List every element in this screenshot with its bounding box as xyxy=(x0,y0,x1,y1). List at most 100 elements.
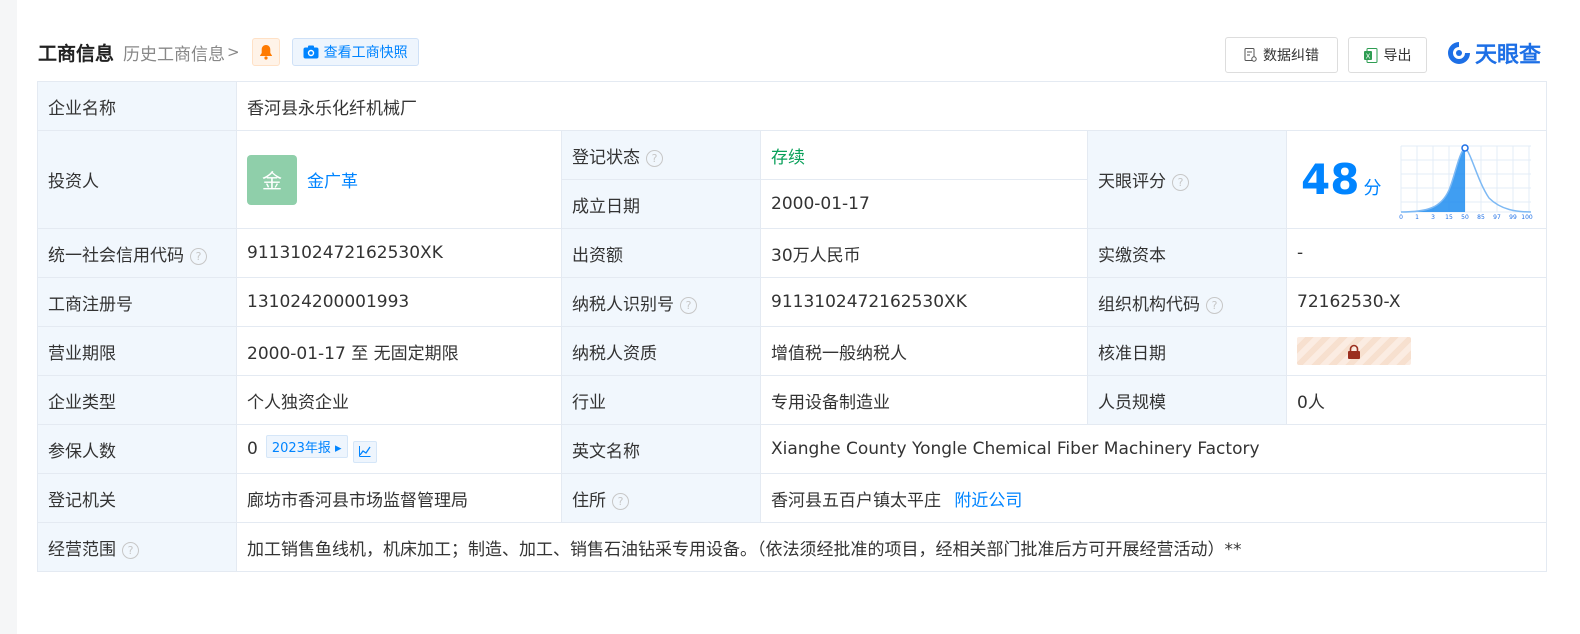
lock-icon xyxy=(1348,344,1360,359)
company-type-label: 企业类型 xyxy=(37,375,237,425)
reg-status-label: 登记状态 xyxy=(572,147,640,168)
tianyancha-logo: 天眼查 xyxy=(1446,38,1541,68)
business-info-table: 企业名称 香河县永乐化纤机械厂 投资人 金金广革 登记状态? 存续 天眼评分? … xyxy=(37,81,1548,572)
svg-text:X: X xyxy=(1365,52,1370,60)
insured-label: 参保人数 xyxy=(37,424,237,474)
authority-label: 登记机关 xyxy=(37,473,237,523)
credit-code-label-cell: 统一社会信用代码? xyxy=(37,228,237,278)
score-axis-tick: 97 xyxy=(1494,214,1502,220)
address-cell: 香河县五百户镇太平庄 附近公司 xyxy=(759,473,1548,523)
english-name-label: 英文名称 xyxy=(561,424,761,474)
capital-value: 30万人民币 xyxy=(760,228,1088,278)
org-code-label: 组织机构代码 xyxy=(1098,294,1200,315)
snapshot-button[interactable]: 查看工商快照 xyxy=(291,38,419,66)
score-axis-tick: 1 xyxy=(1416,214,1420,220)
score-cell: 48 分 0 1 3 15 50 85 97 99 100 xyxy=(1285,130,1548,229)
investor-name-link[interactable]: 金广革 xyxy=(307,172,358,192)
english-name-value: Xianghe County Yongle Chemical Fiber Mac… xyxy=(759,424,1548,474)
credit-code-label: 统一社会信用代码 xyxy=(48,245,184,266)
reg-status-label-cell: 登记状态? xyxy=(561,130,761,180)
term-label: 营业期限 xyxy=(37,326,237,376)
history-link[interactable]: 历史工商信息 xyxy=(123,40,225,65)
taxpayer-id-label: 纳税人识别号 xyxy=(572,294,674,315)
excel-icon: X xyxy=(1363,47,1377,63)
company-name-value: 香河县永乐化纤机械厂 xyxy=(235,81,1548,131)
annual-report-tag[interactable]: 2023年报 ▸ xyxy=(265,435,348,459)
logo-text: 天眼查 xyxy=(1475,43,1542,68)
address-label: 住所 xyxy=(572,490,606,511)
help-icon[interactable]: ? xyxy=(612,492,629,510)
table-row: 参保人数 0 2023年报 ▸ 英文名称 Xianghe County Yongl… xyxy=(37,424,1548,474)
paid-capital-label: 实缴资本 xyxy=(1087,228,1287,278)
insured-value: 0 xyxy=(247,439,258,460)
help-icon[interactable]: ? xyxy=(190,247,207,265)
section-title: 工商信息 xyxy=(38,42,115,65)
reg-status-value: 存续 xyxy=(760,130,1088,180)
score-axis-tick: 3 xyxy=(1432,214,1436,220)
credit-code-value: 9113102472162530XK xyxy=(236,228,562,278)
company-type-value: 个人独资企业 xyxy=(236,375,562,425)
found-date-value: 2000-01-17 xyxy=(760,179,1088,229)
reg-no-value: 131024200001993 xyxy=(236,277,562,327)
investor-label: 投资人 xyxy=(37,130,237,229)
address-label-cell: 住所? xyxy=(561,473,761,523)
chevron-right-icon[interactable]: > xyxy=(227,43,240,61)
scope-label-cell: 经营范围? xyxy=(37,522,237,572)
annual-report-label: 2023年报 xyxy=(271,441,331,457)
table-row: 工商注册号 131024200001993 纳税人识别号? 9113102472… xyxy=(37,277,1548,327)
staff-label: 人员规模 xyxy=(1087,375,1287,425)
company-name-label: 企业名称 xyxy=(37,81,237,131)
table-row: 投资人 金金广革 登记状态? 存续 天眼评分? 48 分 0 1 3 15 50… xyxy=(37,130,1548,229)
found-date-label: 成立日期 xyxy=(561,179,761,229)
trend-chart-icon[interactable] xyxy=(352,440,377,463)
export-button[interactable]: X 导出 xyxy=(1348,37,1427,73)
score-unit: 分 xyxy=(1363,177,1382,199)
capital-label: 出资额 xyxy=(561,228,761,278)
org-code-value: 72162530-X xyxy=(1285,277,1548,327)
help-icon[interactable]: ? xyxy=(680,296,697,314)
table-row: 企业类型 个人独资企业 行业 专用设备制造业 人员规模 0人 xyxy=(37,375,1548,425)
help-icon[interactable]: ? xyxy=(122,541,139,559)
score-distribution-chart[interactable]: 0 1 3 15 50 85 97 99 100 xyxy=(1397,140,1533,220)
snapshot-label: 查看工商快照 xyxy=(323,45,408,61)
avatar[interactable]: 金 xyxy=(247,154,297,205)
industry-value: 专用设备制造业 xyxy=(760,375,1088,425)
industry-label: 行业 xyxy=(561,375,761,425)
data-error-button[interactable]: 数据纠错 xyxy=(1225,37,1338,73)
table-row: 营业期限 2000-01-17 至 无固定期限 纳税人资质 增值税一般纳税人 核… xyxy=(37,326,1548,376)
help-icon[interactable]: ? xyxy=(1172,174,1189,191)
help-icon[interactable]: ? xyxy=(1206,296,1223,314)
help-icon[interactable]: ? xyxy=(646,149,663,167)
score-label-cell: 天眼评分? xyxy=(1087,130,1287,229)
address-value: 香河县五百户镇太平庄 xyxy=(771,490,941,511)
nearby-companies-link[interactable]: 附近公司 xyxy=(954,491,1022,511)
approve-date-label: 核准日期 xyxy=(1087,326,1287,376)
document-edit-icon xyxy=(1244,48,1257,62)
reg-no-label: 工商注册号 xyxy=(37,277,237,327)
export-label: 导出 xyxy=(1383,48,1412,64)
scope-value: 加工销售鱼线机，机床加工；制造、加工、销售石油钻采专用设备。（依法须经批准的项目… xyxy=(235,522,1548,572)
score-axis-tick: 0 xyxy=(1400,214,1404,220)
approve-date-cell xyxy=(1285,326,1548,376)
scope-label: 经营范围 xyxy=(48,539,116,560)
taxpayer-qual-value: 增值税一般纳税人 xyxy=(760,326,1088,376)
score-value: 48 xyxy=(1301,155,1360,204)
score-label: 天眼评分 xyxy=(1098,172,1166,192)
score-axis-tick: 15 xyxy=(1446,214,1454,220)
score-axis-tick: 85 xyxy=(1478,214,1486,220)
insured-cell: 0 2023年报 ▸ xyxy=(236,424,562,474)
table-row: 企业名称 香河县永乐化纤机械厂 xyxy=(37,81,1548,131)
taxpayer-id-label-cell: 纳税人识别号? xyxy=(561,277,761,327)
taxpayer-qual-label: 纳税人资质 xyxy=(561,326,761,376)
score-axis-tick: 100 xyxy=(1522,214,1534,220)
authority-value: 廊坊市香河县市场监督管理局 xyxy=(236,473,562,523)
bell-icon[interactable] xyxy=(251,38,280,66)
locked-value[interactable] xyxy=(1297,337,1411,365)
table-row: 统一社会信用代码? 9113102472162530XK 出资额 30万人民币 … xyxy=(37,228,1548,278)
table-row: 经营范围? 加工销售鱼线机，机床加工；制造、加工、销售石油钻采专用设备。（依法须… xyxy=(37,522,1548,572)
logo-eye-icon xyxy=(1448,42,1470,64)
table-row: 登记机关 廊坊市香河县市场监督管理局 住所? 香河县五百户镇太平庄 附近公司 xyxy=(37,473,1548,523)
term-value: 2000-01-17 至 无固定期限 xyxy=(236,326,562,376)
camera-icon xyxy=(303,45,319,59)
paid-capital-value: - xyxy=(1285,228,1548,278)
